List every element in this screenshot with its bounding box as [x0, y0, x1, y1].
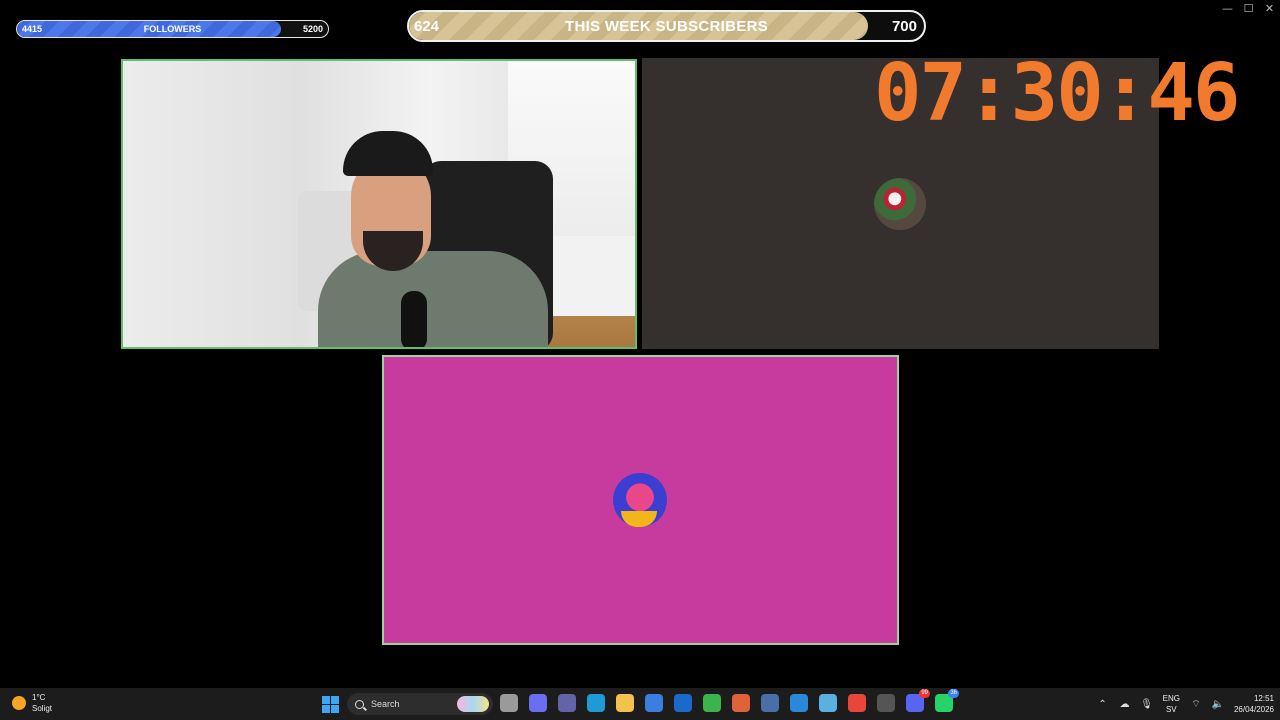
weather-widget[interactable]: 1°C Soligt	[12, 692, 52, 714]
discord-icon[interactable]: 99	[906, 689, 930, 712]
notification-badge: 99	[919, 689, 930, 698]
search-placeholder: Search	[371, 699, 400, 709]
edge-icon[interactable]	[587, 694, 605, 712]
file-icon[interactable]	[500, 694, 518, 712]
subscribers-goal: 700	[891, 17, 917, 35]
streamer-body	[318, 251, 548, 347]
microphone	[401, 291, 427, 347]
followers-goal-bar: 4415 FOLLOWERS 5200	[16, 20, 329, 38]
cube-icon[interactable]	[761, 694, 779, 712]
notification-badge: 36	[948, 689, 959, 698]
photos-icon[interactable]	[790, 694, 808, 712]
chevron-up-icon[interactable]: ⌃	[1097, 698, 1109, 710]
participant-avatar	[613, 473, 667, 527]
streamer-cap	[343, 131, 433, 176]
sun-icon	[12, 696, 26, 710]
close-icon[interactable]: ✕	[1259, 0, 1280, 16]
search-icon	[355, 699, 364, 709]
image-icon[interactable]	[819, 694, 837, 712]
language-code: ENG	[1162, 694, 1180, 703]
followers-goal: 5200	[302, 24, 323, 34]
outlook-icon[interactable]	[674, 694, 692, 712]
participant-panel-pink	[382, 355, 899, 645]
minimize-icon[interactable]: —	[1217, 0, 1238, 16]
taskbar-apps: 99 36	[500, 689, 959, 712]
clock-date-text: 26/04/2026	[1233, 705, 1274, 714]
teams-icon[interactable]	[558, 694, 576, 712]
maximize-icon[interactable]: ☐	[1238, 0, 1259, 16]
start-button[interactable]	[322, 696, 339, 713]
followers-label: FOLLOWERS	[143, 24, 202, 34]
copilot-icon[interactable]	[529, 694, 547, 712]
wifi-icon[interactable]: ⌔	[1190, 698, 1202, 710]
webcam-panel	[121, 59, 637, 349]
folder-icon[interactable]	[616, 694, 634, 712]
participant-avatar	[874, 178, 926, 230]
keyboard-layout: SV	[1165, 705, 1177, 714]
cloud-icon[interactable]: ☁	[1119, 698, 1131, 710]
obs-icon[interactable]	[877, 694, 895, 712]
clock-time: 12:51	[1253, 694, 1274, 703]
system-tray: ⌃ ☁ 🎙 ENG SV ⌔ 🔈 12:51 26/04/2026	[1097, 688, 1274, 720]
weather-temp: 1°C	[32, 693, 46, 702]
volume-icon[interactable]: 🔈	[1212, 698, 1224, 710]
language-indicator[interactable]: ENG SV	[1163, 693, 1180, 715]
subscribers-label: THIS WEEK SUBSCRIBERS	[565, 17, 768, 35]
store-icon[interactable]	[645, 694, 663, 712]
chrome-icon[interactable]	[848, 694, 866, 712]
m365-icon[interactable]	[732, 694, 750, 712]
clock-date[interactable]: 12:51 26/04/2026	[1234, 693, 1274, 715]
taskbar: 1°C Soligt Search 99 36 ⌃ ☁ 🎙 ENG SV ⌔ 🔈 …	[0, 688, 1280, 720]
windows-logo-icon	[322, 696, 330, 704]
search-box[interactable]: Search	[347, 693, 493, 715]
vpn-icon[interactable]	[703, 694, 721, 712]
stream-timer: 07:30:46	[874, 47, 1241, 139]
search-highlight-icon	[457, 696, 489, 712]
microphone-icon[interactable]: 🎙	[1140, 698, 1153, 710]
window-controls: — ☐ ✕	[1217, 0, 1280, 16]
weather-condition: Soligt	[32, 704, 53, 713]
subscribers-goal-bar: 624 THIS WEEK SUBSCRIBERS 700	[407, 10, 926, 42]
whatsapp-icon[interactable]: 36	[935, 689, 959, 712]
